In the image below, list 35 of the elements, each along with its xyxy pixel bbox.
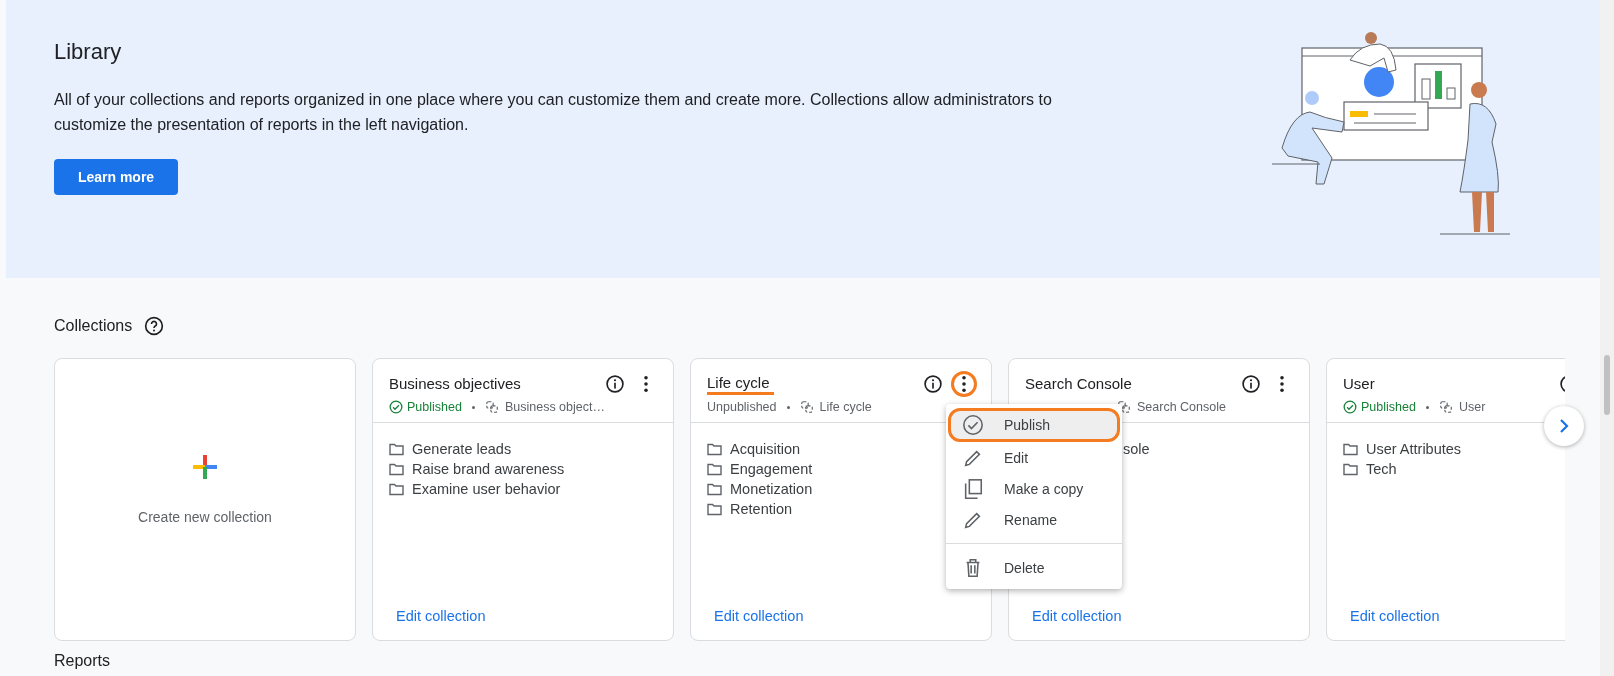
learn-more-button[interactable]: Learn more [54,159,178,195]
edit-collection-link[interactable]: Edit collection [1032,608,1122,624]
edit-collection-link[interactable]: Edit collection [1350,608,1440,624]
create-collection-button[interactable]: Create new collection [54,358,356,641]
source-label: Life cycle [819,400,872,414]
edit-collection-link[interactable]: Edit collection [714,608,804,624]
folder-item[interactable]: Examine user behavior [412,481,561,497]
collection-card[interactable]: User Published User User Attributes Tech Edit collection [1326,358,1565,641]
card-title: Search Console [1025,374,1133,394]
page-title: Library [54,39,123,65]
folder-item[interactable]: sole [1123,441,1150,457]
menu-item[interactable]: Publish [948,408,1120,442]
status-label: Published [1361,400,1416,414]
collection-card[interactable]: Life cycle Unpublished Life cycle Acquisition Engagement Monetization Retention Edit collection [690,358,992,641]
folder-item[interactable]: Monetization [730,481,813,497]
card-title: Business objectives [389,374,522,394]
folder-item[interactable]: Tech [1366,461,1397,477]
folder-item[interactable]: Retention [730,501,793,517]
folder-item[interactable]: Raise brand awareness [412,461,565,477]
folder-item[interactable]: Engagement [730,461,813,477]
folder-item[interactable]: User Attributes [1366,441,1462,457]
card-title: User [1343,374,1376,394]
collection-card[interactable]: Business objectives Published Business object… Generate leads Raise brand awareness Examine user behavior Edit collection [372,358,674,641]
source-label: Search Console [1137,400,1226,414]
card-title: Life cycle [707,373,774,395]
source-label: User [1458,400,1486,414]
status-label: Published [407,400,462,414]
folder-item[interactable]: Generate leads [412,441,512,457]
section-heading: Reports [54,652,112,670]
description-text: All of your collections and reports organized in one place where you can customize them and create more. Collections allow administrators to customize the presentation of reports in the left navigation. [54,90,1053,135]
section-heading: Collections [54,317,133,335]
status-label: Unpublished [707,400,777,414]
source-label: Business object… [504,400,605,414]
edit-collection-link[interactable]: Edit collection [396,608,486,624]
folder-item[interactable]: Acquisition [730,441,801,457]
